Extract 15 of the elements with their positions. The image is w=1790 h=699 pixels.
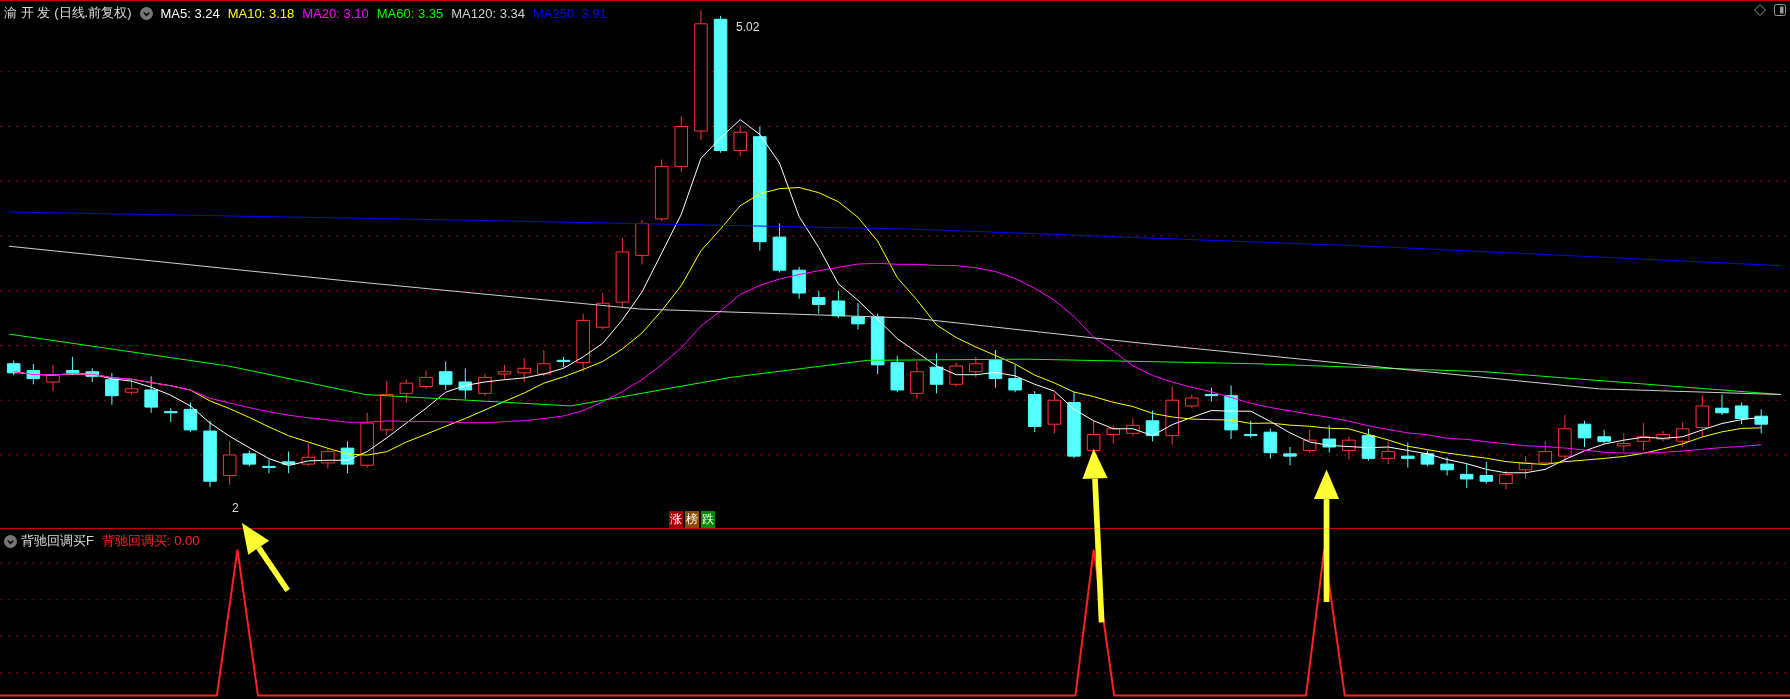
ma-legend-label: MA120: 3.34 (451, 5, 525, 21)
status-badge: 榜 (685, 511, 699, 528)
indicator-name: 背驰回调买F (21, 532, 94, 550)
ma-legend-label: MA10: 3.18 (227, 5, 295, 21)
low-price-label: 2 (232, 501, 239, 515)
status-badge: 涨 (669, 511, 683, 528)
indicator-value: 背驰回调买: 0.00 (101, 532, 200, 550)
ma-legend-label: MA60: 3.35 (376, 5, 444, 21)
chart-mode: (日线.前复权) (54, 4, 132, 22)
ma-legend-label: MA20: 3.10 (302, 5, 369, 21)
high-price-label: 5.02 (736, 20, 760, 34)
stock-name: 渝 开 发 (4, 4, 51, 22)
ma-legend-label: MA250: 3.91 (533, 5, 607, 21)
status-badge: 跌 (701, 511, 715, 528)
ma-legend-label: MA5: 3.24 (160, 5, 220, 21)
